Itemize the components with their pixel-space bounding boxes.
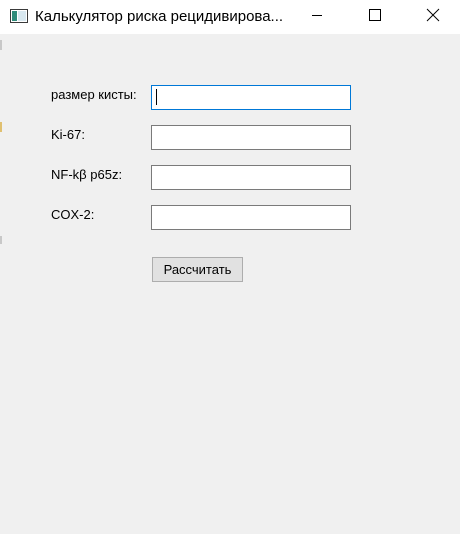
calculate-button[interactable]: Рассчитать bbox=[152, 257, 243, 282]
window-edge-mark bbox=[0, 236, 2, 244]
nfkb-p65z-label: NF-kβ p65z: bbox=[51, 167, 123, 182]
window-edge-mark bbox=[0, 40, 2, 50]
cox2-label: COX-2: bbox=[51, 207, 95, 222]
app-window: Калькулятор риска рецидивирова... размер… bbox=[0, 0, 460, 534]
title-bar[interactable]: Калькулятор риска рецидивирова... bbox=[0, 0, 460, 34]
minimize-icon bbox=[311, 8, 323, 26]
nfkb-p65z-input[interactable] bbox=[151, 165, 351, 190]
text-caret bbox=[156, 89, 157, 105]
app-window-icon bbox=[10, 9, 28, 23]
minimize-button[interactable] bbox=[288, 0, 346, 34]
ki67-label: Ki-67: bbox=[51, 127, 85, 142]
close-icon bbox=[426, 8, 440, 27]
cox2-input[interactable] bbox=[151, 205, 351, 230]
window-edge-mark bbox=[0, 122, 2, 132]
maximize-button[interactable] bbox=[346, 0, 404, 34]
cyst-size-input[interactable] bbox=[151, 85, 351, 110]
cyst-size-label: размер кисты: bbox=[51, 87, 137, 102]
maximize-icon bbox=[369, 8, 381, 26]
ki67-input[interactable] bbox=[151, 125, 351, 150]
close-button[interactable] bbox=[404, 0, 460, 34]
window-title: Калькулятор риска рецидивирова... bbox=[35, 8, 284, 25]
